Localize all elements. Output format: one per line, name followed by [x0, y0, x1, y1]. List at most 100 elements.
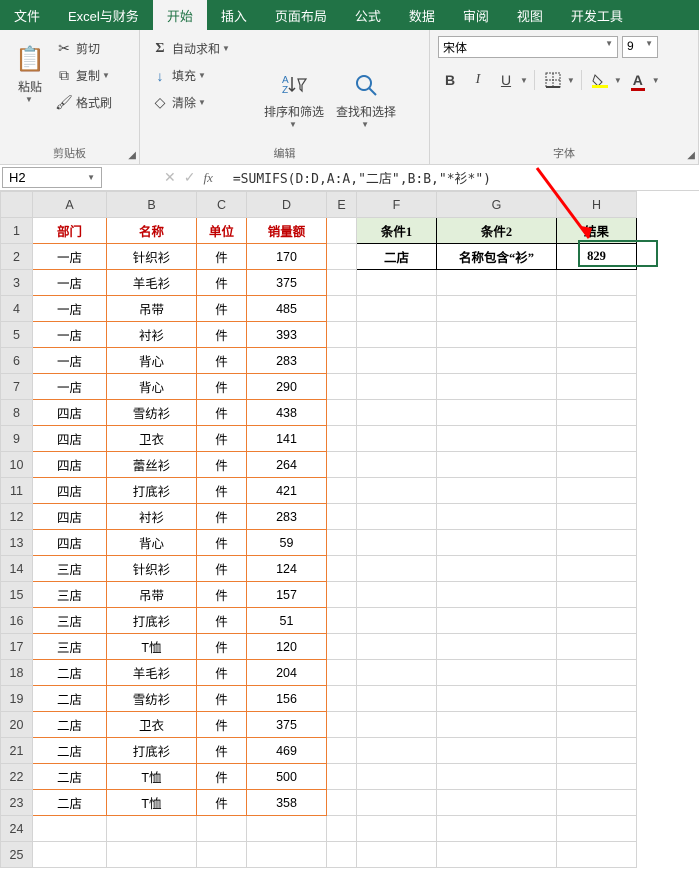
cell[interactable] — [437, 478, 557, 504]
cell[interactable] — [557, 530, 637, 556]
cell[interactable]: 四店 — [33, 452, 107, 478]
cell[interactable]: 三店 — [33, 634, 107, 660]
cell[interactable]: 雪纺衫 — [107, 400, 197, 426]
chevron-down-icon[interactable]: ▼ — [520, 76, 528, 85]
cell[interactable]: 156 — [247, 686, 327, 712]
cell[interactable]: 件 — [197, 582, 247, 608]
cell[interactable] — [327, 686, 357, 712]
cell[interactable]: T恤 — [107, 634, 197, 660]
cell[interactable]: 背心 — [107, 530, 197, 556]
cell[interactable] — [557, 452, 637, 478]
cell[interactable] — [437, 556, 557, 582]
cell[interactable] — [437, 426, 557, 452]
cell[interactable] — [327, 608, 357, 634]
col-header[interactable]: D — [247, 192, 327, 218]
cell[interactable] — [327, 400, 357, 426]
col-header[interactable]: G — [437, 192, 557, 218]
cell[interactable] — [357, 608, 437, 634]
cell[interactable]: 件 — [197, 374, 247, 400]
tab-data[interactable]: 数据 — [395, 0, 449, 30]
cell[interactable]: T恤 — [107, 790, 197, 816]
cell[interactable] — [357, 660, 437, 686]
cell[interactable] — [557, 374, 637, 400]
cell[interactable]: 卫衣 — [107, 712, 197, 738]
cell[interactable]: 141 — [247, 426, 327, 452]
cell[interactable] — [437, 348, 557, 374]
cell[interactable] — [437, 374, 557, 400]
cell[interactable]: 421 — [247, 478, 327, 504]
cell[interactable]: 二店 — [33, 738, 107, 764]
select-all-corner[interactable] — [1, 192, 33, 218]
tab-formulas[interactable]: 公式 — [341, 0, 395, 30]
cell[interactable]: 一店 — [33, 374, 107, 400]
cell[interactable]: 290 — [247, 374, 327, 400]
cell[interactable]: 背心 — [107, 374, 197, 400]
cell[interactable] — [33, 842, 107, 868]
cell[interactable] — [437, 296, 557, 322]
cell[interactable]: 500 — [247, 764, 327, 790]
cell[interactable]: 一店 — [33, 348, 107, 374]
cell[interactable]: 件 — [197, 738, 247, 764]
cell[interactable]: 二店 — [357, 244, 437, 270]
cell[interactable]: 469 — [247, 738, 327, 764]
cell[interactable]: 针织衫 — [107, 244, 197, 270]
cell[interactable]: 438 — [247, 400, 327, 426]
cell[interactable] — [557, 426, 637, 452]
cell[interactable]: 三店 — [33, 608, 107, 634]
cell[interactable]: 件 — [197, 400, 247, 426]
tab-excel-finance[interactable]: Excel与财务 — [54, 0, 153, 30]
row-header[interactable]: 22 — [1, 764, 33, 790]
cell[interactable] — [437, 322, 557, 348]
cell[interactable] — [437, 634, 557, 660]
tab-insert[interactable]: 插入 — [207, 0, 261, 30]
cell[interactable] — [557, 816, 637, 842]
cell[interactable]: 件 — [197, 634, 247, 660]
formula-input[interactable] — [229, 165, 699, 190]
cell[interactable]: T恤 — [107, 764, 197, 790]
cell[interactable] — [557, 738, 637, 764]
cell[interactable] — [357, 374, 437, 400]
chevron-down-icon[interactable]: ▼ — [652, 76, 660, 85]
cell[interactable]: 二店 — [33, 764, 107, 790]
cell[interactable] — [327, 322, 357, 348]
tab-review[interactable]: 审阅 — [449, 0, 503, 30]
cell[interactable]: 393 — [247, 322, 327, 348]
cell[interactable] — [357, 582, 437, 608]
cell[interactable] — [557, 634, 637, 660]
cell[interactable] — [107, 816, 197, 842]
chevron-down-icon[interactable]: ▼ — [567, 76, 575, 85]
cell[interactable]: 衬衫 — [107, 504, 197, 530]
cell[interactable]: 件 — [197, 530, 247, 556]
cell[interactable] — [197, 842, 247, 868]
dialog-launcher-icon[interactable]: ◢ — [128, 150, 136, 161]
cell[interactable]: 条件2 — [437, 218, 557, 244]
cell[interactable]: 四店 — [33, 504, 107, 530]
cell[interactable]: 三店 — [33, 582, 107, 608]
cell[interactable]: 卫衣 — [107, 426, 197, 452]
cell[interactable] — [327, 842, 357, 868]
cell[interactable] — [557, 608, 637, 634]
cell[interactable] — [437, 712, 557, 738]
cell[interactable]: 204 — [247, 660, 327, 686]
row-header[interactable]: 8 — [1, 400, 33, 426]
cell[interactable] — [357, 686, 437, 712]
cell[interactable] — [557, 712, 637, 738]
cell[interactable] — [357, 738, 437, 764]
cell[interactable] — [357, 790, 437, 816]
cell[interactable] — [357, 556, 437, 582]
cell[interactable]: 124 — [247, 556, 327, 582]
cell[interactable]: 羊毛衫 — [107, 270, 197, 296]
cell[interactable]: 背心 — [107, 348, 197, 374]
cell[interactable] — [327, 738, 357, 764]
row-header[interactable]: 12 — [1, 504, 33, 530]
row-header[interactable]: 5 — [1, 322, 33, 348]
italic-button[interactable]: I — [466, 68, 490, 92]
cell[interactable] — [437, 270, 557, 296]
copy-button[interactable]: ⧉复制▼ — [52, 65, 116, 86]
cell[interactable]: 375 — [247, 270, 327, 296]
cell[interactable]: 264 — [247, 452, 327, 478]
row-header[interactable]: 15 — [1, 582, 33, 608]
font-name-select[interactable]: 宋体▼ — [438, 36, 618, 58]
cell[interactable]: 51 — [247, 608, 327, 634]
cell[interactable] — [327, 530, 357, 556]
